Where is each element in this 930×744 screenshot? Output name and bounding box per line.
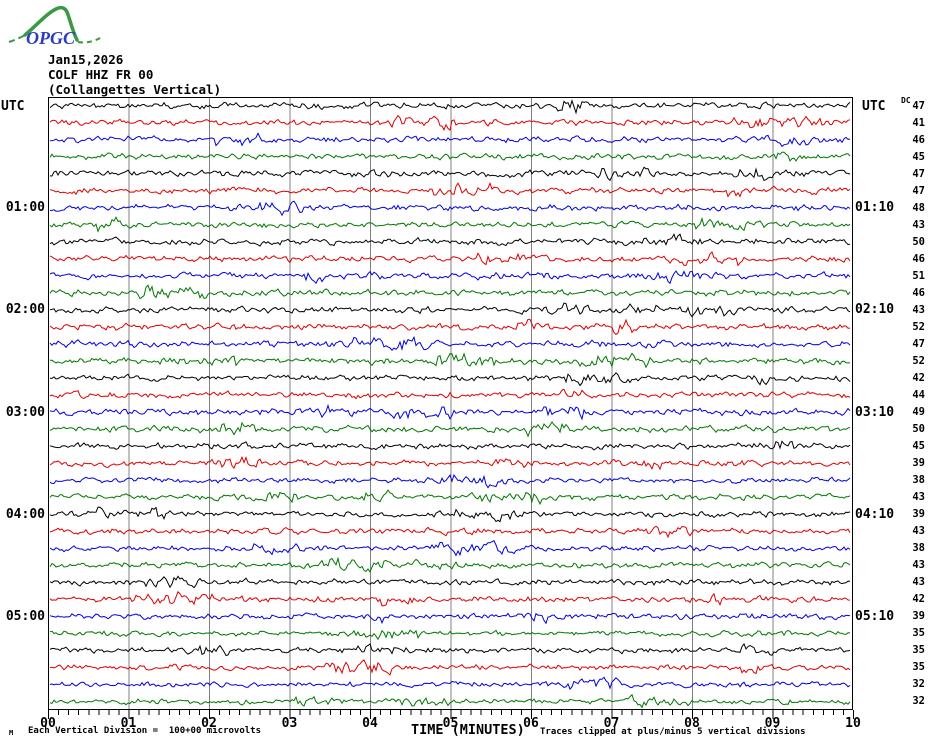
seismo-trace	[49, 388, 851, 400]
dc-value: 44	[912, 388, 925, 401]
dc-value: 49	[912, 406, 925, 418]
seismo-trace	[49, 403, 851, 421]
dc-value: 47	[912, 99, 925, 112]
utc-label-right: UTC	[862, 99, 886, 114]
seismo-trace	[49, 114, 851, 131]
dc-value: 46	[912, 286, 925, 299]
footer-scale-note: Each Vertical Division = 100+00 microvol…	[28, 726, 261, 736]
seismo-trace	[49, 525, 851, 539]
header-station: COLF HHZ FR 00	[48, 67, 154, 82]
x-tick-label: 04	[362, 716, 378, 731]
seismogram-plot	[48, 97, 853, 710]
logo-curve-right-dash	[77, 36, 103, 44]
dc-value: 41	[912, 116, 925, 129]
dc-value: 39	[912, 457, 925, 470]
seismo-trace	[49, 421, 851, 438]
dc-value: 52	[912, 354, 925, 367]
dc-value: 47	[912, 167, 925, 180]
dc-value: 42	[912, 593, 925, 606]
seismo-trace	[49, 216, 851, 233]
seismo-trace	[49, 440, 851, 451]
footer-micro-mark: M	[9, 729, 14, 737]
opgc-logo: OPGC	[8, 5, 103, 48]
hour-label-left: 02:00	[5, 302, 45, 318]
seismo-trace	[49, 540, 851, 557]
seismo-trace	[49, 181, 851, 198]
seismo-trace	[49, 659, 851, 676]
seismo-trace	[49, 233, 851, 247]
dc-value: 47	[912, 337, 925, 350]
dc-value: 43	[912, 491, 925, 504]
dc-value: 42	[912, 371, 925, 384]
seismo-trace	[49, 556, 851, 573]
dc-value: 45	[912, 440, 925, 453]
seismo-trace	[49, 302, 851, 318]
dc-value: 50	[912, 423, 925, 436]
seismo-trace	[49, 455, 851, 471]
seismo-trace	[50, 352, 851, 369]
dc-value: 43	[912, 218, 925, 231]
helicorder-page: OPGC Jan15,2026 COLF HHZ FR 00 (Collange…	[0, 0, 930, 744]
logo-text: OPGC	[26, 28, 76, 48]
hour-label-left: 01:00	[5, 200, 45, 216]
dc-value: 39	[912, 508, 925, 521]
seismo-trace	[49, 629, 851, 641]
hour-label-left: 05:00	[5, 608, 45, 624]
x-axis-title: TIME (MINUTES)	[411, 722, 525, 738]
dc-value: 43	[912, 303, 925, 316]
seismo-trace	[49, 506, 851, 523]
x-tick-label: 10	[845, 716, 861, 731]
seismo-trace	[49, 489, 851, 506]
x-tick-label: 03	[281, 716, 298, 731]
header-subtitle: (Collangettes Vertical)	[48, 82, 222, 97]
seismo-trace	[49, 270, 851, 285]
dc-value: 38	[912, 542, 925, 555]
seismo-trace	[49, 251, 851, 267]
seismo-trace	[49, 166, 851, 182]
hour-label-left: 03:00	[5, 404, 45, 420]
seismo-trace	[49, 151, 851, 162]
logo-curve-left-dash	[8, 34, 26, 43]
seismo-trace	[49, 473, 851, 489]
seismo-trace	[49, 642, 851, 657]
seismo-trace	[49, 132, 851, 148]
seismo-trace	[49, 575, 851, 589]
dc-value: 46	[912, 133, 925, 146]
dc-value: 47	[912, 184, 925, 197]
dc-value: 50	[912, 235, 925, 248]
utc-label-left: UTC	[1, 99, 25, 114]
dc-value: 43	[912, 576, 925, 589]
dc-value: 43	[912, 559, 925, 572]
seismo-trace	[49, 612, 851, 625]
dc-value: 52	[912, 320, 925, 333]
seismo-trace	[49, 372, 851, 387]
dc-value: 32	[912, 695, 925, 708]
seismo-trace	[49, 590, 851, 607]
dc-value: 48	[912, 201, 925, 214]
seismo-trace	[50, 200, 851, 217]
dc-value: 35	[912, 627, 925, 640]
dc-value: 39	[912, 610, 925, 623]
dc-value: 45	[912, 150, 925, 163]
seismo-trace	[49, 676, 851, 691]
dc-value: 38	[912, 474, 925, 487]
footer-clip-note: Traces clipped at plus/minus 5 vertical …	[540, 727, 806, 737]
seismo-trace	[49, 693, 851, 709]
dc-value: 32	[912, 678, 925, 691]
hour-label-left: 04:00	[5, 506, 45, 522]
seismo-trace	[49, 284, 851, 300]
seismo-trace	[49, 335, 851, 351]
dc-value: 43	[912, 525, 925, 538]
dc-value: 51	[912, 269, 925, 282]
dc-value: 35	[912, 644, 925, 657]
seismo-trace	[49, 318, 851, 336]
header-date: Jan15,2026	[48, 52, 124, 67]
dc-value: 35	[912, 661, 925, 674]
dc-value: 46	[912, 252, 925, 265]
seismo-trace	[49, 99, 851, 115]
